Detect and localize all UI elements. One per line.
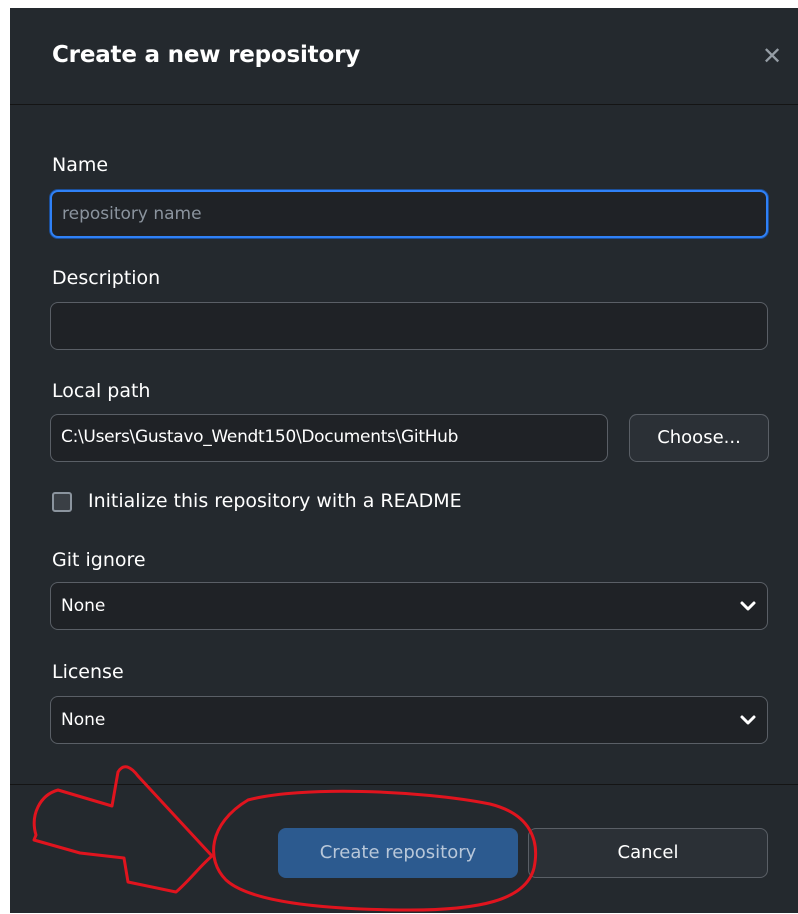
cancel-button[interactable]: Cancel — [528, 828, 768, 878]
license-select[interactable]: None — [50, 696, 768, 744]
repository-name-input[interactable] — [50, 190, 768, 238]
gitignore-selected-value: None — [61, 596, 106, 616]
readme-checkbox[interactable] — [52, 492, 72, 512]
create-repository-button[interactable]: Create repository — [278, 828, 518, 878]
chevron-down-icon — [740, 715, 756, 725]
gitignore-select[interactable]: None — [50, 582, 768, 630]
dialog-title: Create a new repository — [52, 42, 361, 68]
description-input[interactable] — [50, 302, 768, 350]
name-label: Name — [52, 154, 109, 176]
gitignore-label: Git ignore — [52, 549, 146, 571]
create-repository-dialog: Create a new repository ✕ Name Descripti… — [10, 8, 798, 913]
local-path-input[interactable]: C:\Users\Gustavo_Wendt150\Documents\GitH… — [50, 414, 608, 462]
close-icon[interactable]: ✕ — [762, 42, 782, 70]
license-label: License — [52, 661, 124, 683]
readme-checkbox-label: Initialize this repository with a README — [88, 490, 462, 512]
chevron-down-icon — [740, 601, 756, 611]
choose-button[interactable]: Choose... — [629, 414, 769, 462]
dialog-header: Create a new repository ✕ — [10, 8, 798, 105]
local-path-label: Local path — [52, 380, 151, 402]
license-selected-value: None — [61, 710, 106, 730]
description-label: Description — [52, 267, 161, 289]
